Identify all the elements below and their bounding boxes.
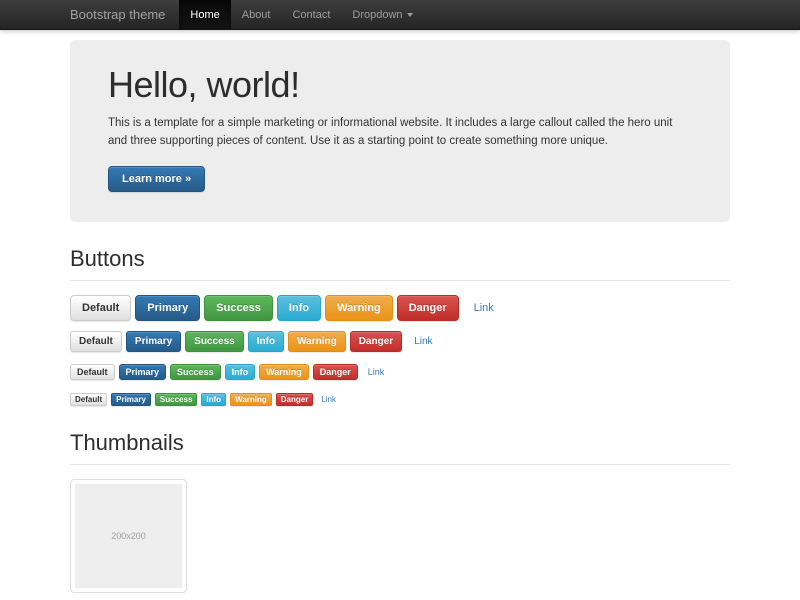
buttons-section-title: Buttons (70, 246, 730, 281)
navbar: Bootstrap theme Home About Contact Dropd… (0, 0, 800, 30)
button-primary-sm[interactable]: Primary (119, 364, 167, 380)
link-button-sm[interactable]: Link (362, 365, 391, 379)
thumbnails-section-title: Thumbnails (70, 430, 730, 465)
thumbnail[interactable]: 200x200 (70, 479, 187, 593)
button-success-lg[interactable]: Success (204, 295, 273, 321)
button-info-lg[interactable]: Info (277, 295, 321, 321)
button-row-large: Default Primary Success Info Warning Dan… (70, 295, 730, 321)
dropdown-label: Dropdown (352, 9, 402, 21)
hero-text: This is a template for a simple marketin… (108, 114, 692, 150)
button-primary-lg[interactable]: Primary (135, 295, 200, 321)
button-info-md[interactable]: Info (248, 331, 284, 352)
button-warning-lg[interactable]: Warning (325, 295, 393, 321)
nav-item-about[interactable]: About (231, 0, 282, 30)
navbar-menu: Home About Contact Dropdown (179, 0, 423, 30)
button-success-sm[interactable]: Success (170, 364, 221, 380)
button-row-default: Default Primary Success Info Warning Dan… (70, 331, 730, 352)
link-button-md[interactable]: Link (406, 332, 440, 351)
button-danger-md[interactable]: Danger (350, 331, 402, 352)
button-warning-xs[interactable]: Warning (230, 393, 272, 406)
button-default-sm[interactable]: Default (70, 364, 115, 380)
button-success-xs[interactable]: Success (155, 393, 197, 406)
nav-item-home[interactable]: Home (179, 0, 230, 30)
button-primary-xs[interactable]: Primary (111, 393, 151, 406)
button-info-xs[interactable]: Info (201, 393, 226, 406)
link-button-lg[interactable]: Link (463, 296, 505, 320)
button-default-xs[interactable]: Default (70, 393, 107, 406)
button-info-sm[interactable]: Info (225, 364, 256, 380)
navbar-brand[interactable]: Bootstrap theme (70, 0, 165, 30)
button-warning-sm[interactable]: Warning (259, 364, 309, 380)
caret-down-icon (407, 13, 413, 17)
button-row-small: Default Primary Success Info Warning Dan… (70, 364, 730, 380)
nav-item-dropdown[interactable]: Dropdown (341, 0, 423, 30)
placeholder-label: 200x200 (111, 531, 146, 541)
placeholder-image: 200x200 (75, 484, 182, 588)
button-success-md[interactable]: Success (185, 331, 244, 352)
button-danger-sm[interactable]: Danger (313, 364, 358, 380)
button-row-extra-small: Default Primary Success Info Warning Dan… (70, 393, 730, 406)
nav-item-contact[interactable]: Contact (281, 0, 341, 30)
button-danger-xs[interactable]: Danger (276, 393, 314, 406)
button-warning-md[interactable]: Warning (288, 331, 346, 352)
link-button-xs[interactable]: Link (317, 394, 340, 405)
learn-more-button[interactable]: Learn more » (108, 166, 205, 192)
hero-title: Hello, world! (108, 66, 692, 104)
button-danger-lg[interactable]: Danger (397, 295, 459, 321)
hero-unit: Hello, world! This is a template for a s… (70, 40, 730, 222)
button-primary-md[interactable]: Primary (126, 331, 181, 352)
button-default-lg[interactable]: Default (70, 295, 131, 321)
button-default-md[interactable]: Default (70, 331, 122, 352)
